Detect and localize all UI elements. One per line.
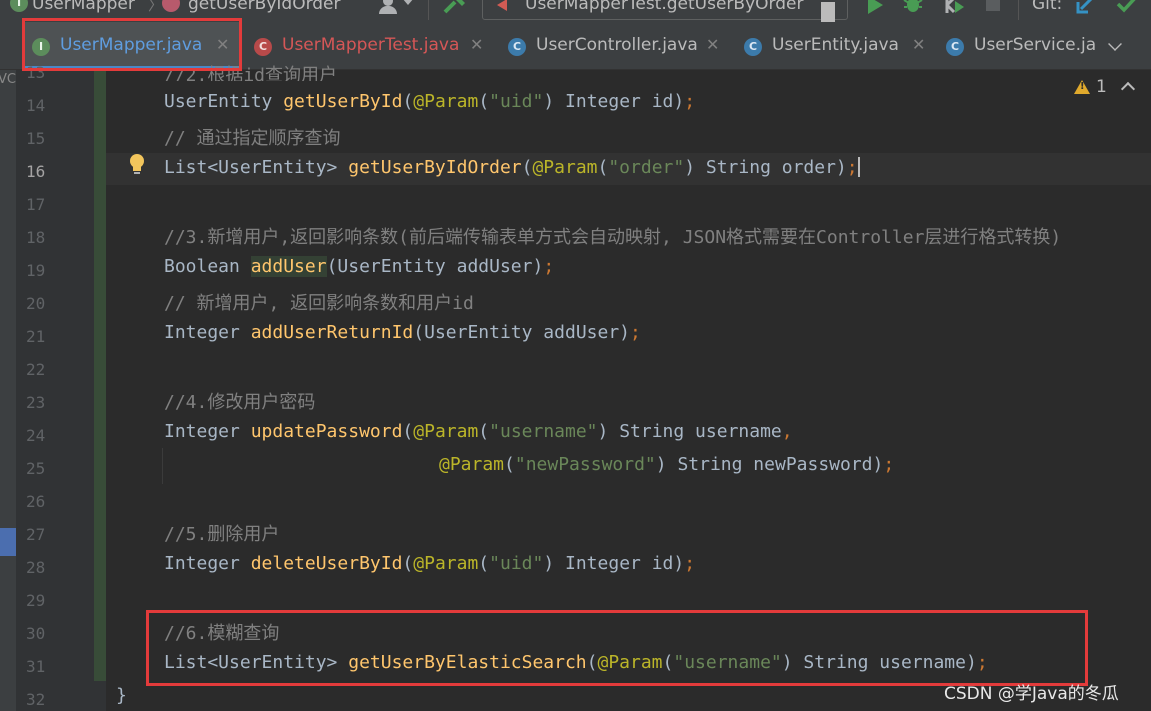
- method-icon: [162, 0, 180, 12]
- class-file-icon: C: [744, 38, 762, 56]
- line-number[interactable]: 25: [26, 459, 56, 478]
- line-number[interactable]: 31: [26, 657, 56, 676]
- tab-label: UserMapper.java: [60, 35, 203, 55]
- watermark: CSDN @学Java的冬瓜: [944, 684, 1119, 704]
- tab-usercontroller[interactable]: C UserController.java ✕: [500, 22, 734, 70]
- code-line-16[interactable]: List<UserEntity> getUserByIdOrder(@Param…: [164, 157, 860, 178]
- tool-window-strip: VC: [0, 70, 16, 711]
- code-line-14[interactable]: UserEntity getUserById(@Param("uid") Int…: [164, 91, 695, 112]
- code-line-20[interactable]: // 新增用户, 返回影响条数和用户id: [164, 289, 474, 315]
- breadcrumb-separator-icon: 〉: [148, 0, 164, 14]
- git-update-arrow-icon[interactable]: [1076, 0, 1098, 14]
- run-icon[interactable]: [868, 0, 883, 14]
- tool-window-label[interactable]: VC: [0, 72, 16, 87]
- toolbar-divider: [1018, 0, 1019, 20]
- code-line-15[interactable]: // 通过指定顺序查询: [164, 124, 341, 150]
- line-number[interactable]: 27: [26, 525, 56, 544]
- chevron-down-icon[interactable]: [402, 0, 414, 5]
- line-number[interactable]: 24: [26, 426, 56, 445]
- code-line-13[interactable]: //2.根据id查询用户: [164, 61, 337, 81]
- line-number[interactable]: 28: [26, 558, 56, 577]
- tab-userservice[interactable]: C UserService.ja: [938, 22, 1098, 70]
- class-file-icon: C: [946, 38, 964, 56]
- line-number[interactable]: 20: [26, 294, 56, 313]
- line-number[interactable]: 15: [26, 129, 56, 148]
- line-number[interactable]: 14: [26, 96, 56, 115]
- interface-file-icon: I: [32, 38, 50, 56]
- code-line-23[interactable]: //4.修改用户密码: [164, 388, 315, 414]
- test-class-file-icon: C: [254, 38, 272, 56]
- run-configuration-select[interactable]: UserMapperTest.getUserByOrder: [482, 0, 848, 22]
- tool-window-marker: [0, 528, 16, 556]
- line-number[interactable]: 17: [26, 195, 56, 214]
- line-number[interactable]: 13: [26, 63, 56, 82]
- interface-icon: I: [10, 0, 28, 12]
- tab-label: UserController.java: [536, 35, 698, 55]
- intention-bulb-icon[interactable]: [128, 153, 146, 177]
- run-configuration-label: UserMapperTest.getUserByOrder: [525, 0, 804, 14]
- close-tab-icon[interactable]: ✕: [912, 35, 925, 54]
- tab-label: UserEntity.java: [772, 35, 899, 55]
- code-line-19[interactable]: Boolean addUser(UserEntity addUser);: [164, 256, 554, 277]
- navigation-bar: I UserMapper 〉 getUserByIdOrder UserMapp…: [0, 0, 1151, 22]
- code-line-25[interactable]: @Param("newPassword") String newPassword…: [439, 454, 894, 475]
- inspection-widget[interactable]: ! 1: [1074, 77, 1136, 98]
- code-line-28[interactable]: Integer deleteUserById(@Param("uid") Int…: [164, 553, 695, 574]
- code-line-31[interactable]: List<UserEntity> getUserByElasticSearch(…: [164, 652, 988, 673]
- code-line-30[interactable]: //6.模糊查询: [164, 619, 279, 645]
- code-line-27[interactable]: //5.删除用户: [164, 520, 279, 546]
- breadcrumb-method[interactable]: getUserByIdOrder: [188, 0, 341, 14]
- line-number[interactable]: 21: [26, 327, 56, 346]
- line-number[interactable]: 30: [26, 624, 56, 643]
- text-cursor: [857, 157, 860, 177]
- more-tabs-chevron-icon[interactable]: [1108, 37, 1122, 51]
- user-account-icon[interactable]: [378, 0, 398, 14]
- close-tab-icon[interactable]: ✕: [470, 35, 483, 54]
- git-commit-check-icon[interactable]: [1116, 0, 1138, 14]
- class-file-icon: C: [508, 38, 526, 56]
- line-number[interactable]: 26: [26, 492, 56, 511]
- run-with-coverage-icon[interactable]: [944, 0, 966, 15]
- build-hammer-icon[interactable]: [442, 0, 466, 14]
- toolbar-divider: [428, 0, 429, 20]
- line-number[interactable]: 29: [26, 591, 56, 610]
- line-number[interactable]: 18: [26, 228, 56, 247]
- test-config-icon: [497, 0, 507, 11]
- breadcrumb-class[interactable]: UserMapper: [32, 0, 135, 14]
- line-number[interactable]: 22: [26, 360, 56, 379]
- warning-count: 1: [1096, 77, 1107, 97]
- code-line-24[interactable]: Integer updatePassword(@Param("username"…: [164, 421, 793, 442]
- code-line-21[interactable]: Integer addUserReturnId(UserEntity addUs…: [164, 322, 641, 343]
- line-number[interactable]: 19: [26, 261, 56, 280]
- debug-bug-icon[interactable]: [902, 0, 924, 15]
- tab-label: UserMapperTest.java: [282, 35, 460, 55]
- close-tab-icon[interactable]: ✕: [706, 35, 719, 54]
- line-number[interactable]: 32: [26, 690, 56, 709]
- code-line-18[interactable]: //3.新增用户,返回影响条数(前后端传输表单方式会自动映射, JSON格式需要…: [164, 223, 1061, 249]
- chevron-down-icon: [821, 2, 835, 22]
- chevron-up-icon[interactable]: [1120, 81, 1136, 97]
- line-number[interactable]: 16: [26, 162, 56, 181]
- line-number[interactable]: 23: [26, 393, 56, 412]
- vcs-change-marker[interactable]: [94, 70, 106, 681]
- tab-userentity[interactable]: C UserEntity.java ✕: [736, 22, 936, 70]
- indent-guide: [162, 448, 163, 484]
- git-label: Git:: [1032, 0, 1063, 14]
- tab-label: UserService.ja: [974, 35, 1097, 55]
- stop-icon[interactable]: [986, 0, 1000, 11]
- close-tab-icon[interactable]: ✕: [216, 35, 229, 54]
- code-line-32[interactable]: }: [116, 685, 127, 706]
